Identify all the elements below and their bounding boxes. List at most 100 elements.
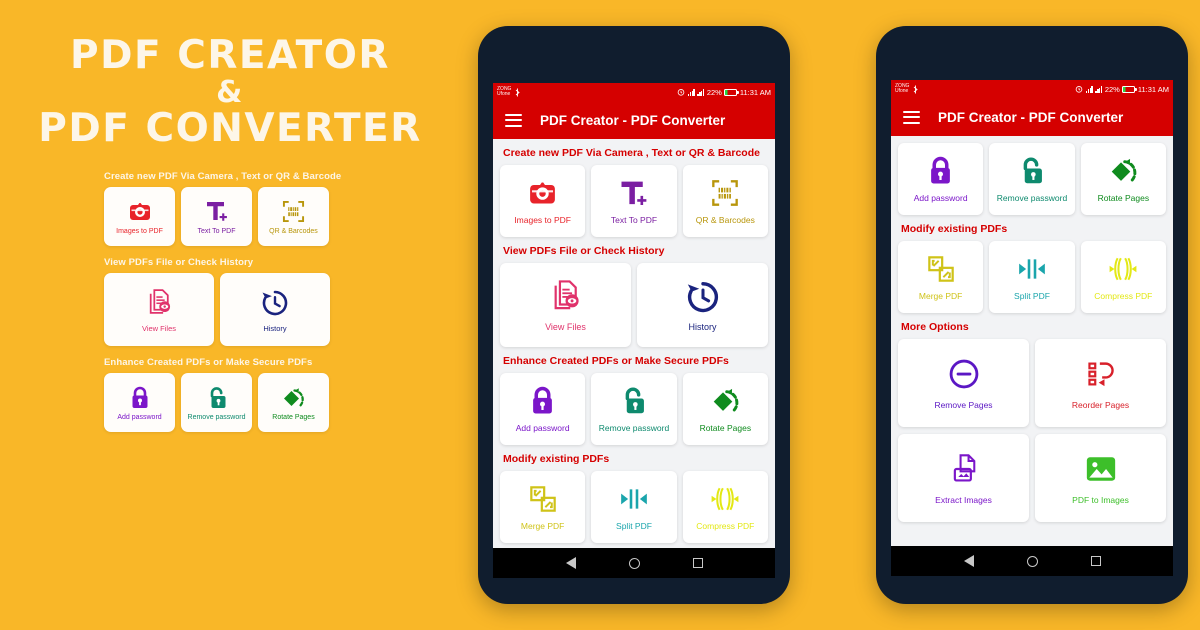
lock-closed-icon [928,155,953,187]
phone-mockup-1: ZONG Ufone 22% 11:31 AM PDF Creator - PD… [478,26,790,604]
card-label: Rotate Pages [1097,193,1150,203]
card-label: Compress PDF [1094,291,1153,301]
qr-barcode-scan-icon [282,198,305,225]
promo-card-images-to-pdf[interactable]: Images to PDF [104,187,175,247]
merge-squares-icon [529,483,557,515]
card-images-to-pdf[interactable]: Images to PDF [500,165,586,237]
card-add-password[interactable]: Add password [898,143,984,215]
alarm-icon [677,89,685,96]
hamburger-menu-icon[interactable] [505,113,522,127]
card-remove-password[interactable]: Remove password [591,373,677,445]
card-view-files[interactable]: View Files [500,263,631,347]
card-rotate-pages[interactable]: Rotate Pages [682,373,768,445]
card-add-password[interactable]: Add password [500,373,586,445]
card-history[interactable]: History [637,263,768,347]
lock-open-icon [1018,155,1045,187]
promo-card-label: Text To PDF [197,228,236,236]
phone1-nav-bar [493,548,775,578]
clock-rewind-icon [261,287,289,319]
status-time: 11:31 AM [1137,84,1169,94]
card-text-to-pdf[interactable]: Text To PDF [591,165,677,237]
promo-card-history[interactable]: History [220,273,330,347]
card-label: Merge PDF [520,521,565,531]
rotate-pages-icon [1108,155,1139,187]
card-split-pdf[interactable]: Split PDF [591,471,677,543]
hamburger-menu-icon[interactable] [903,110,920,124]
nav-home-icon[interactable] [1026,555,1038,567]
card-qr-barcodes[interactable]: QR & Barcodes [682,165,768,237]
card-remove-pages[interactable]: Remove Pages [898,339,1029,427]
nav-back-icon[interactable] [565,557,576,569]
phone-mockup-2: ZONG Ufone 22% 11:31 AM PDF Creator - PD… [876,26,1188,604]
lock-open-icon [206,384,228,411]
promo-card-view-files[interactable]: View Files [104,273,214,347]
signal-bars-sim1 [687,88,695,96]
card-label: Remove password [598,423,670,433]
card-grid-view: View Files History [500,263,768,347]
promo-card-remove-password[interactable]: Remove password [181,373,252,433]
rotate-pages-icon [281,384,306,411]
documents-eye-icon [146,287,173,319]
card-label: Split PDF [1014,291,1050,301]
promo-card-label: QR & Barcodes [269,228,318,236]
card-merge-pdf[interactable]: Merge PDF [898,241,984,313]
card-compress-pdf[interactable]: Compress PDF [1080,241,1166,313]
lock-open-icon [620,385,647,417]
section-title-enhance: Enhance Created PDFs or Make Secure PDFs [503,355,729,367]
promo-card-label: Add password [117,414,162,422]
phone1-screen: ZONG Ufone 22% 11:31 AM PDF Creator - PD… [493,83,775,578]
section-title-view: View PDFs File or Check History [503,245,665,257]
card-grid-more-1: Remove Pages Reorder Pages [898,339,1166,427]
promo-section-title: View PDFs File or Check History [104,257,254,269]
card-rotate-pages[interactable]: Rotate Pages [1080,143,1166,215]
card-remove-password[interactable]: Remove password [989,143,1075,215]
carrier-info: ZONG Ufone [895,83,919,95]
status-indicators: 22% 11:31 AM [677,88,771,97]
section-title-modify: Modify existing PDFs [503,453,610,465]
carrier-line2: Ufone [895,88,909,94]
promo-title-ampersand: & [216,74,244,110]
card-reorder-pages[interactable]: Reorder Pages [1035,339,1166,427]
phone2-content: Add password Remove password Rotate Page… [891,143,1173,522]
promo-section-title: Create new PDF Via Camera , Text or QR &… [104,171,342,183]
nav-home-icon[interactable] [628,557,640,569]
card-label: Extract Images [935,495,992,505]
carrier-info: ZONG Ufone [497,86,521,98]
signal-bars-sim2 [697,88,705,96]
card-grid-modify: Merge PDF Split PDF Compress PDF [500,471,768,543]
card-label: Add password [515,423,570,433]
lock-closed-icon [130,384,150,411]
promo-card-text-to-pdf[interactable]: Text To PDF [181,187,252,247]
phone2-nav-bar [891,546,1173,576]
card-compress-pdf[interactable]: Compress PDF [682,471,768,543]
split-arrows-icon [619,483,649,515]
promo-card-rotate-pages[interactable]: Rotate Pages [258,373,329,433]
status-indicators: 22% 11:31 AM [1075,85,1169,94]
card-pdf-to-images[interactable]: PDF to Images [1035,434,1166,522]
nav-recents-icon[interactable] [692,558,703,568]
promo-card-label: Rotate Pages [272,414,315,422]
battery-icon [724,88,739,96]
app-title: PDF Creator - PDF Converter [540,112,726,128]
camera-icon [526,177,559,209]
promo-title-line2: PDF CONVERTER [38,106,422,152]
app-title: PDF Creator - PDF Converter [938,109,1124,125]
promo-card-add-password[interactable]: Add password [104,373,175,433]
section-title-modify: Modify existing PDFs [901,223,1008,235]
battery-percent-label: 22% [1104,84,1120,94]
promo-card-label: View Files [141,323,177,333]
card-merge-pdf[interactable]: Merge PDF [500,471,586,543]
carrier-line2: Ufone [497,91,511,97]
card-label: Reorder Pages [1071,400,1130,410]
card-label: Compress PDF [696,521,755,531]
nav-back-icon[interactable] [963,555,974,567]
card-split-pdf[interactable]: Split PDF [989,241,1075,313]
promo-card-qr-barcodes[interactable]: QR & Barcodes [258,187,329,247]
card-grid-create: Images to PDF Text To PDF QR & Barcodes [500,165,768,237]
card-label: Rotate Pages [699,423,752,433]
nav-recents-icon[interactable] [1090,556,1101,566]
card-label: Images to PDF [514,215,571,225]
camera-icon [127,198,153,225]
promo-card-row: View Files History [104,273,460,347]
card-extract-images[interactable]: Extract Images [898,434,1029,522]
